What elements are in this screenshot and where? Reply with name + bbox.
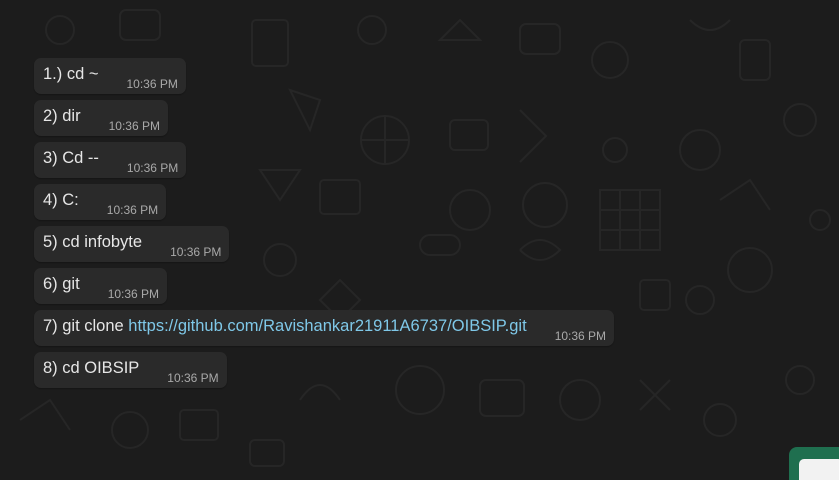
chat-area: 1.) cd ~ 10:36 PM 2) dir 10:36 PM 3) Cd --… bbox=[0, 0, 839, 480]
message-timestamp: 10:36 PM bbox=[107, 287, 160, 301]
message-timestamp: 10:36 PM bbox=[108, 119, 160, 133]
message-timestamp: 10:36 PM bbox=[106, 203, 159, 217]
message-bubble[interactable]: 6) git 10:36 PM bbox=[34, 268, 168, 304]
message-timestamp: 10:36 PM bbox=[167, 371, 219, 385]
message-text: 5) cd infobyte bbox=[43, 233, 143, 251]
message-row: 1.) cd ~ 10:36 PM bbox=[34, 58, 614, 94]
message-text-prefix: 7) git clone bbox=[43, 317, 129, 335]
message-bubble[interactable]: 7) git clone https://github.com/Ravishan… bbox=[34, 310, 615, 346]
message-bubble[interactable]: 4) C: 10:36 PM bbox=[34, 184, 167, 220]
message-list: 1.) cd ~ 10:36 PM 2) dir 10:36 PM 3) Cd --… bbox=[34, 58, 615, 394]
message-bubble[interactable]: 3) Cd -- 10:36 PM bbox=[34, 142, 187, 178]
message-row: 5) cd infobyte 10:36 PM bbox=[34, 226, 614, 262]
message-timestamp: 10:36 PM bbox=[554, 329, 607, 343]
scroll-to-bottom-icon bbox=[799, 459, 839, 480]
message-row: 2) dir 10:36 PM bbox=[34, 100, 614, 136]
message-text: 4) C: bbox=[43, 191, 79, 209]
message-text: 2) dir bbox=[43, 107, 81, 125]
message-bubble[interactable]: 1.) cd ~ 10:36 PM bbox=[34, 58, 186, 94]
message-timestamp: 10:36 PM bbox=[126, 161, 179, 175]
message-text: 6) git bbox=[43, 275, 80, 293]
message-bubble[interactable]: 8) cd OIBSIP 10:36 PM bbox=[34, 352, 227, 388]
message-row: 8) cd OIBSIP 10:36 PM bbox=[34, 352, 614, 388]
message-text: 7) git clone https://github.com/Ravishan… bbox=[43, 316, 527, 336]
message-row: 3) Cd -- 10:36 PM bbox=[34, 142, 614, 178]
message-row: 6) git 10:36 PM bbox=[34, 268, 614, 304]
message-row: 4) C: 10:36 PM bbox=[34, 184, 614, 220]
message-link[interactable]: https://github.com/Ravishankar21911A6737… bbox=[128, 317, 526, 335]
message-text: 1.) cd ~ bbox=[43, 65, 99, 83]
message-bubble[interactable]: 2) dir 10:36 PM bbox=[34, 100, 168, 136]
message-text: 8) cd OIBSIP bbox=[43, 359, 140, 377]
message-timestamp: 10:36 PM bbox=[170, 245, 222, 259]
message-row: 7) git clone https://github.com/Ravishan… bbox=[34, 310, 615, 346]
message-timestamp: 10:36 PM bbox=[126, 77, 178, 91]
message-bubble[interactable]: 5) cd infobyte 10:36 PM bbox=[34, 226, 230, 262]
scroll-to-bottom-button[interactable] bbox=[789, 447, 839, 480]
message-text: 3) Cd -- bbox=[43, 149, 99, 167]
